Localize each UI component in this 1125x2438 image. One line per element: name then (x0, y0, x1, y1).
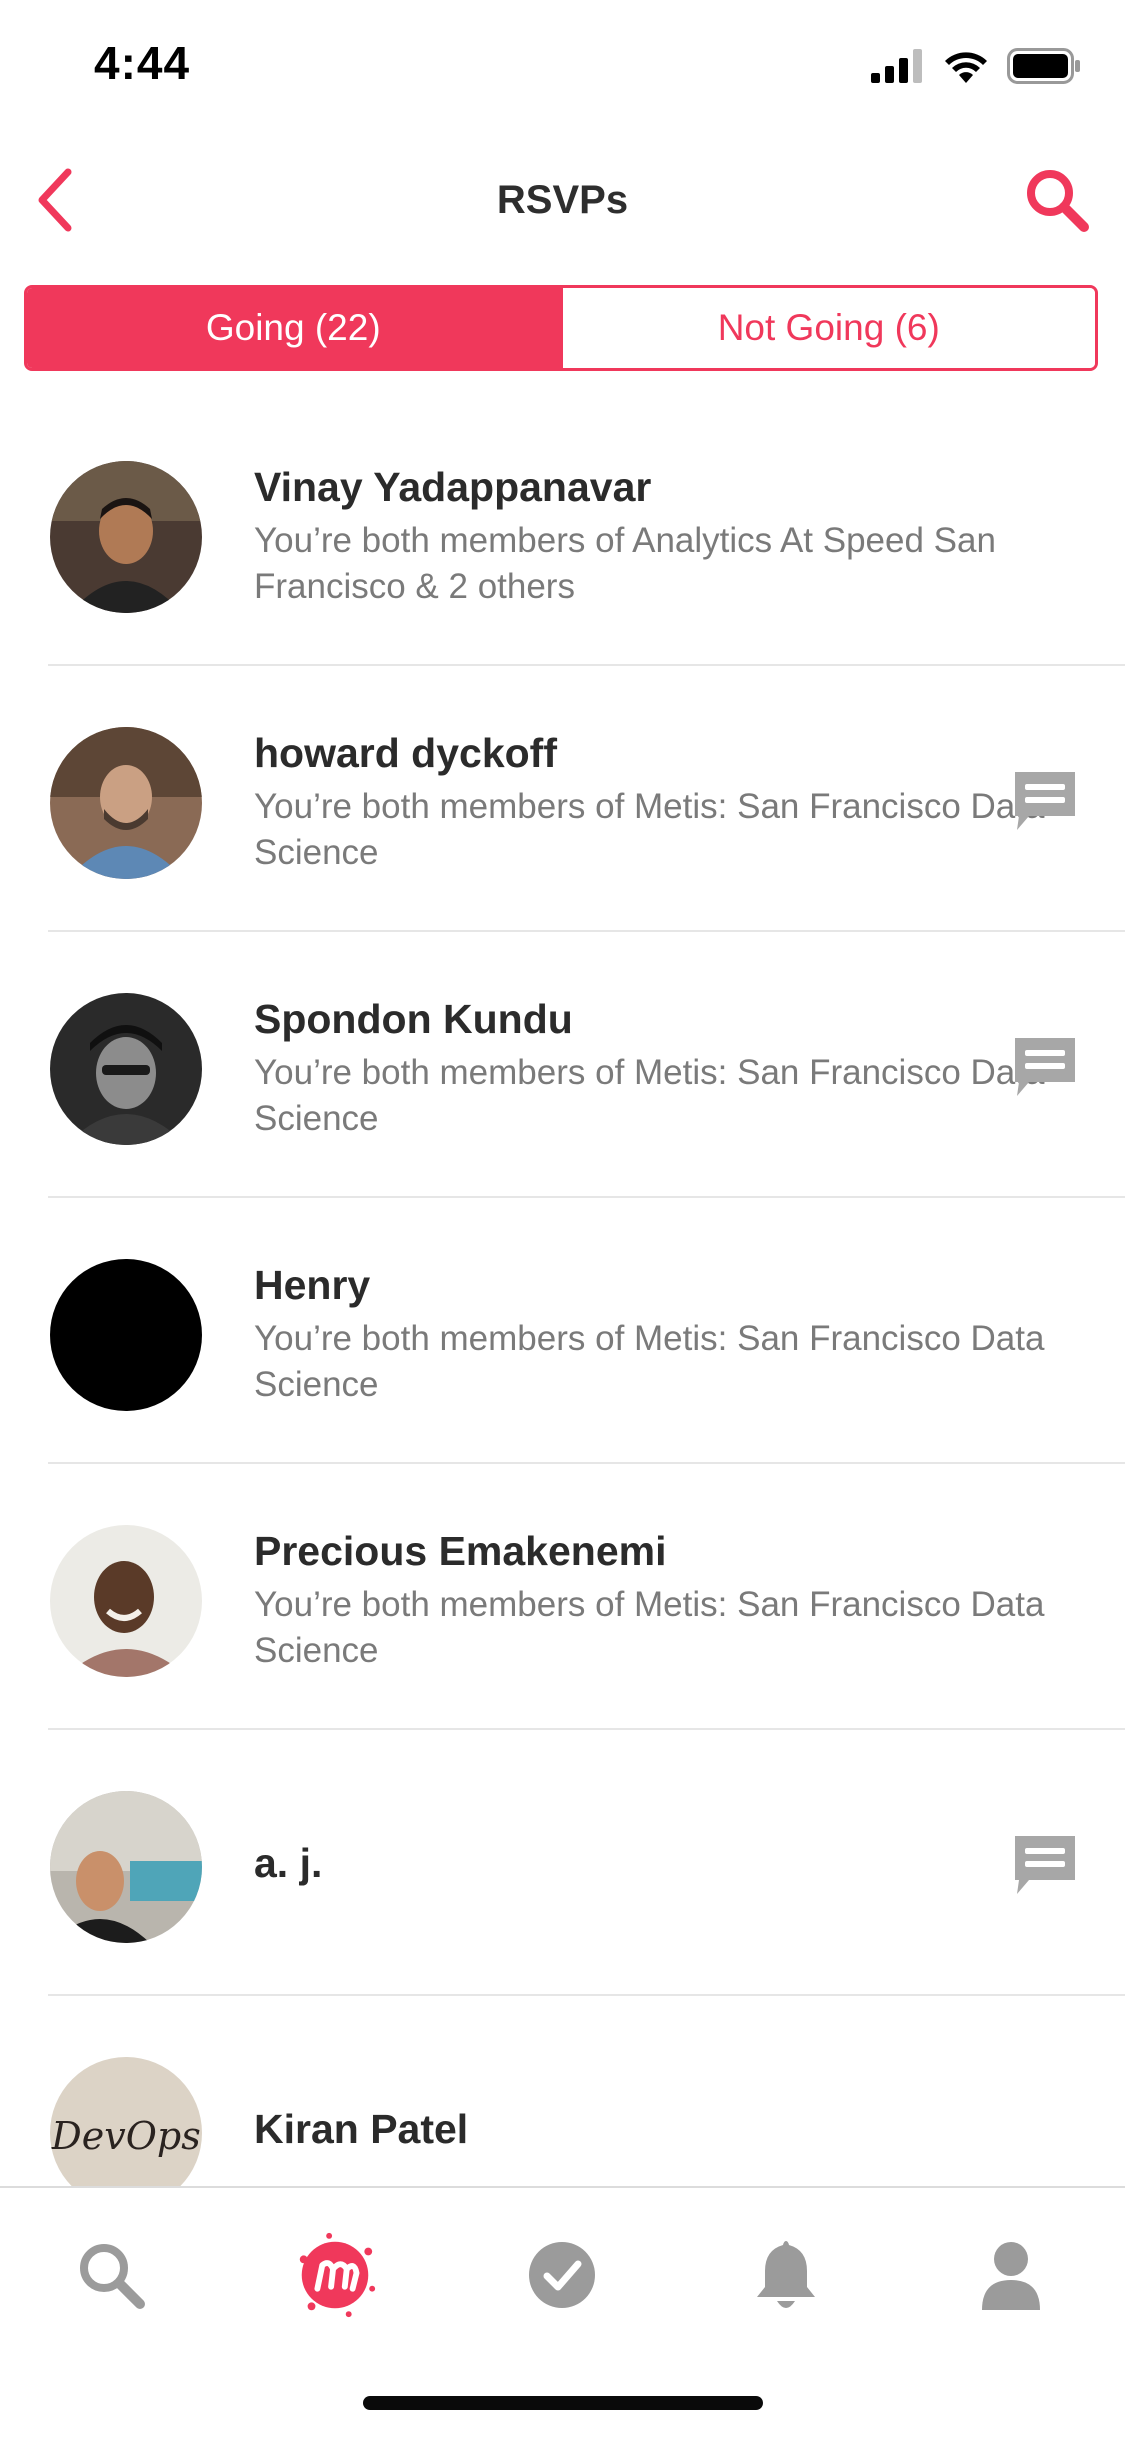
avatar (50, 461, 202, 613)
status-time: 4:44 (94, 37, 191, 89)
tab-attending[interactable] (517, 2230, 607, 2320)
avatar (50, 1259, 202, 1411)
nav-bar: RSVPs (0, 150, 1125, 250)
attendee-info: Vinay Yadappanavar You’re both members o… (254, 460, 1074, 610)
attendee-name: Precious Emakenemi (254, 1528, 667, 1574)
attendee-name: Vinay Yadappanavar (254, 464, 652, 510)
attendee-info: a. j. (254, 1730, 1074, 1996)
attendee-name: Kiran Patel (254, 2106, 469, 2152)
tab-not-going[interactable]: Not Going (6) (559, 288, 1095, 368)
message-button[interactable] (1009, 1830, 1081, 1902)
bell-icon (757, 2241, 815, 2308)
search-icon (1027, 170, 1089, 232)
attendee-name: howard dyckoff (254, 730, 557, 776)
chat-bubble-icon (1015, 772, 1075, 830)
avatar (50, 1525, 202, 1677)
search-button[interactable] (1017, 160, 1097, 240)
list-item[interactable]: Henry You’re both members of Metis: San … (0, 1198, 1125, 1464)
tab-going[interactable]: Going (22) (27, 288, 560, 368)
message-button[interactable] (1009, 766, 1081, 838)
attendee-shared-groups: You’re both members of Metis: San Franci… (254, 1053, 1045, 1138)
attendee-name: Spondon Kundu (254, 996, 573, 1042)
attendee-info: Henry You’re both members of Metis: San … (254, 1258, 1074, 1408)
attendee-shared-groups: You’re both members of Metis: San Franci… (254, 787, 1045, 872)
attendee-info: howard dyckoff You’re both members of Me… (254, 726, 1074, 876)
tab-home[interactable] (290, 2230, 380, 2320)
avatar (50, 993, 202, 1145)
attendee-shared-groups: You’re both members of Metis: San Franci… (254, 1319, 1045, 1404)
message-button[interactable] (1009, 1032, 1081, 1104)
attendee-list: Vinay Yadappanavar You’re both members o… (0, 400, 1125, 2262)
rsvp-segmented-control: Going (22) Not Going (6) (24, 285, 1098, 371)
checkmark-icon (529, 2242, 595, 2308)
profile-icon (982, 2242, 1040, 2310)
attendee-info: Spondon Kundu You’re both members of Met… (254, 992, 1074, 1142)
chat-bubble-icon (1015, 1836, 1075, 1894)
wifi-icon (945, 52, 987, 83)
battery-icon (1007, 48, 1080, 84)
avatar-handwritten-text: DevOps (50, 2114, 200, 2158)
list-item[interactable]: Spondon Kundu You’re both members of Met… (0, 932, 1125, 1198)
tab-notifications[interactable] (741, 2230, 831, 2320)
search-icon (80, 2244, 145, 2309)
tab-search[interactable] (66, 2230, 156, 2320)
list-item[interactable]: Precious Emakenemi You’re both members o… (0, 1464, 1125, 1730)
attendee-shared-groups: You’re both members of Metis: San Franci… (254, 1585, 1045, 1670)
status-icons (871, 48, 1081, 84)
attendee-name: a. j. (254, 1840, 323, 1886)
home-indicator (363, 2396, 763, 2410)
attendee-name: Henry (254, 1262, 371, 1308)
cellular-signal-icon (871, 49, 922, 83)
status-bar: 4:44 (0, 0, 1125, 132)
list-item[interactable]: Vinay Yadappanavar You’re both members o… (0, 400, 1125, 666)
list-item[interactable]: howard dyckoff You’re both members of Me… (0, 666, 1125, 932)
page-title: RSVPs (496, 178, 629, 222)
attendee-info: Precious Emakenemi You’re both members o… (254, 1524, 1074, 1674)
chat-bubble-icon (1015, 1038, 1075, 1096)
attendee-shared-groups: You’re both members of Analytics At Spee… (254, 521, 996, 606)
avatar (50, 727, 202, 879)
avatar (50, 1791, 202, 1943)
tab-profile[interactable] (966, 2230, 1056, 2320)
list-item[interactable]: a. j. (0, 1730, 1125, 1996)
meetup-logo-icon (299, 2232, 376, 2318)
